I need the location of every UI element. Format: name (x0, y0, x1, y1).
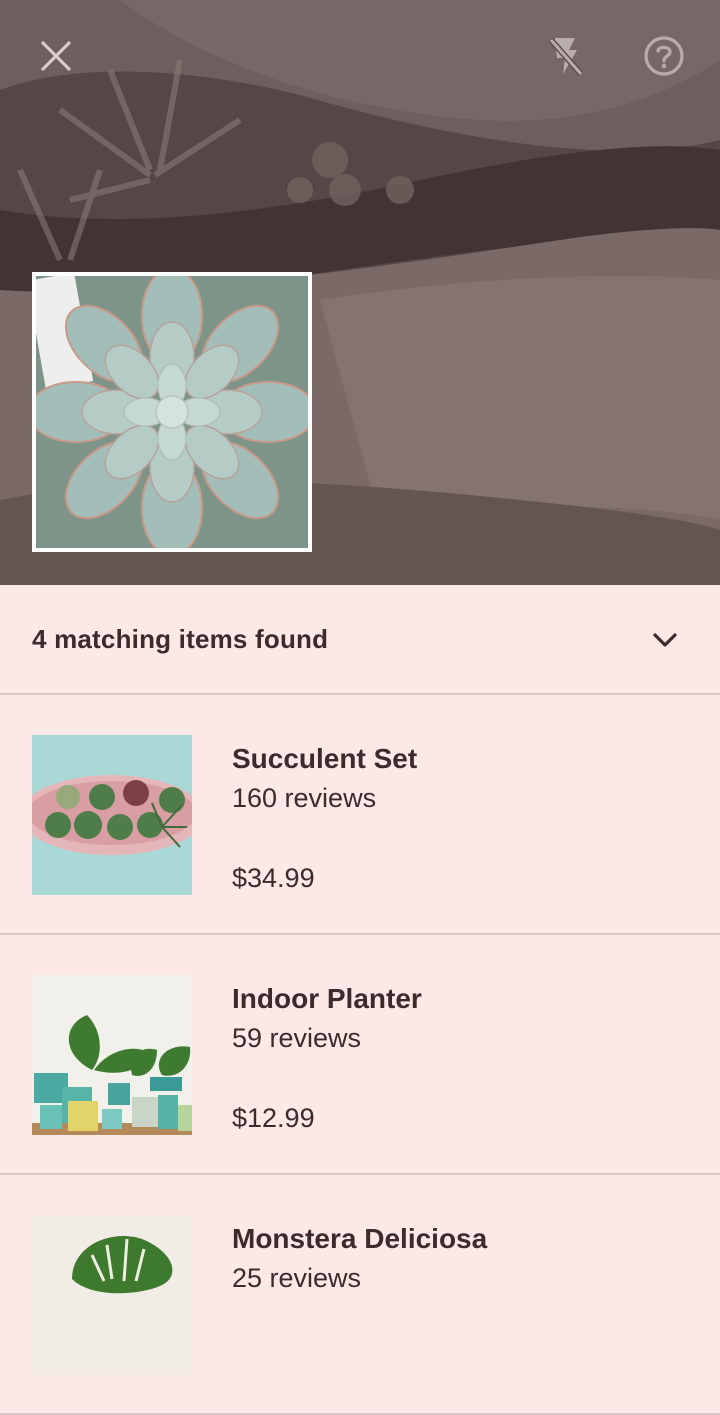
product-price: $34.99 (232, 863, 315, 893)
product-price: $12.99 (232, 1103, 315, 1133)
monstera-image (32, 1215, 192, 1375)
flash-toggle-button[interactable] (537, 28, 593, 84)
detected-object-image[interactable] (32, 272, 312, 552)
result-item[interactable]: Succulent Set 160 reviews $34.99 (0, 695, 720, 935)
result-item[interactable]: Monstera Deliciosa 25 reviews (0, 1175, 720, 1415)
product-reviews: 59 reviews (232, 1023, 362, 1053)
indoor-planter-image (32, 975, 192, 1135)
camera-viewfinder (0, 0, 720, 585)
results-count-title: 4 matching items found (32, 623, 329, 654)
product-name: Monstera Deliciosa (232, 1223, 488, 1254)
product-name: Succulent Set (232, 743, 418, 774)
product-image (32, 1215, 192, 1375)
product-name: Indoor Planter (232, 983, 422, 1014)
close-icon (41, 41, 71, 71)
product-image (32, 975, 192, 1135)
close-button[interactable] (28, 28, 84, 84)
product-reviews: 160 reviews (232, 783, 377, 813)
result-item[interactable]: Indoor Planter 59 reviews $12.99 (0, 935, 720, 1175)
results-sheet: 4 matching items found Succulent Set 160… (0, 585, 720, 1415)
help-button[interactable] (636, 28, 692, 84)
product-reviews: 25 reviews (232, 1263, 362, 1293)
product-image (32, 735, 192, 895)
succulent-rosette-image (36, 276, 308, 548)
succulent-set-image (32, 735, 192, 895)
help-circle-icon (644, 36, 684, 76)
chevron-down-icon[interactable] (650, 625, 680, 655)
flash-off-icon (548, 38, 584, 76)
results-header[interactable]: 4 matching items found (0, 585, 720, 695)
